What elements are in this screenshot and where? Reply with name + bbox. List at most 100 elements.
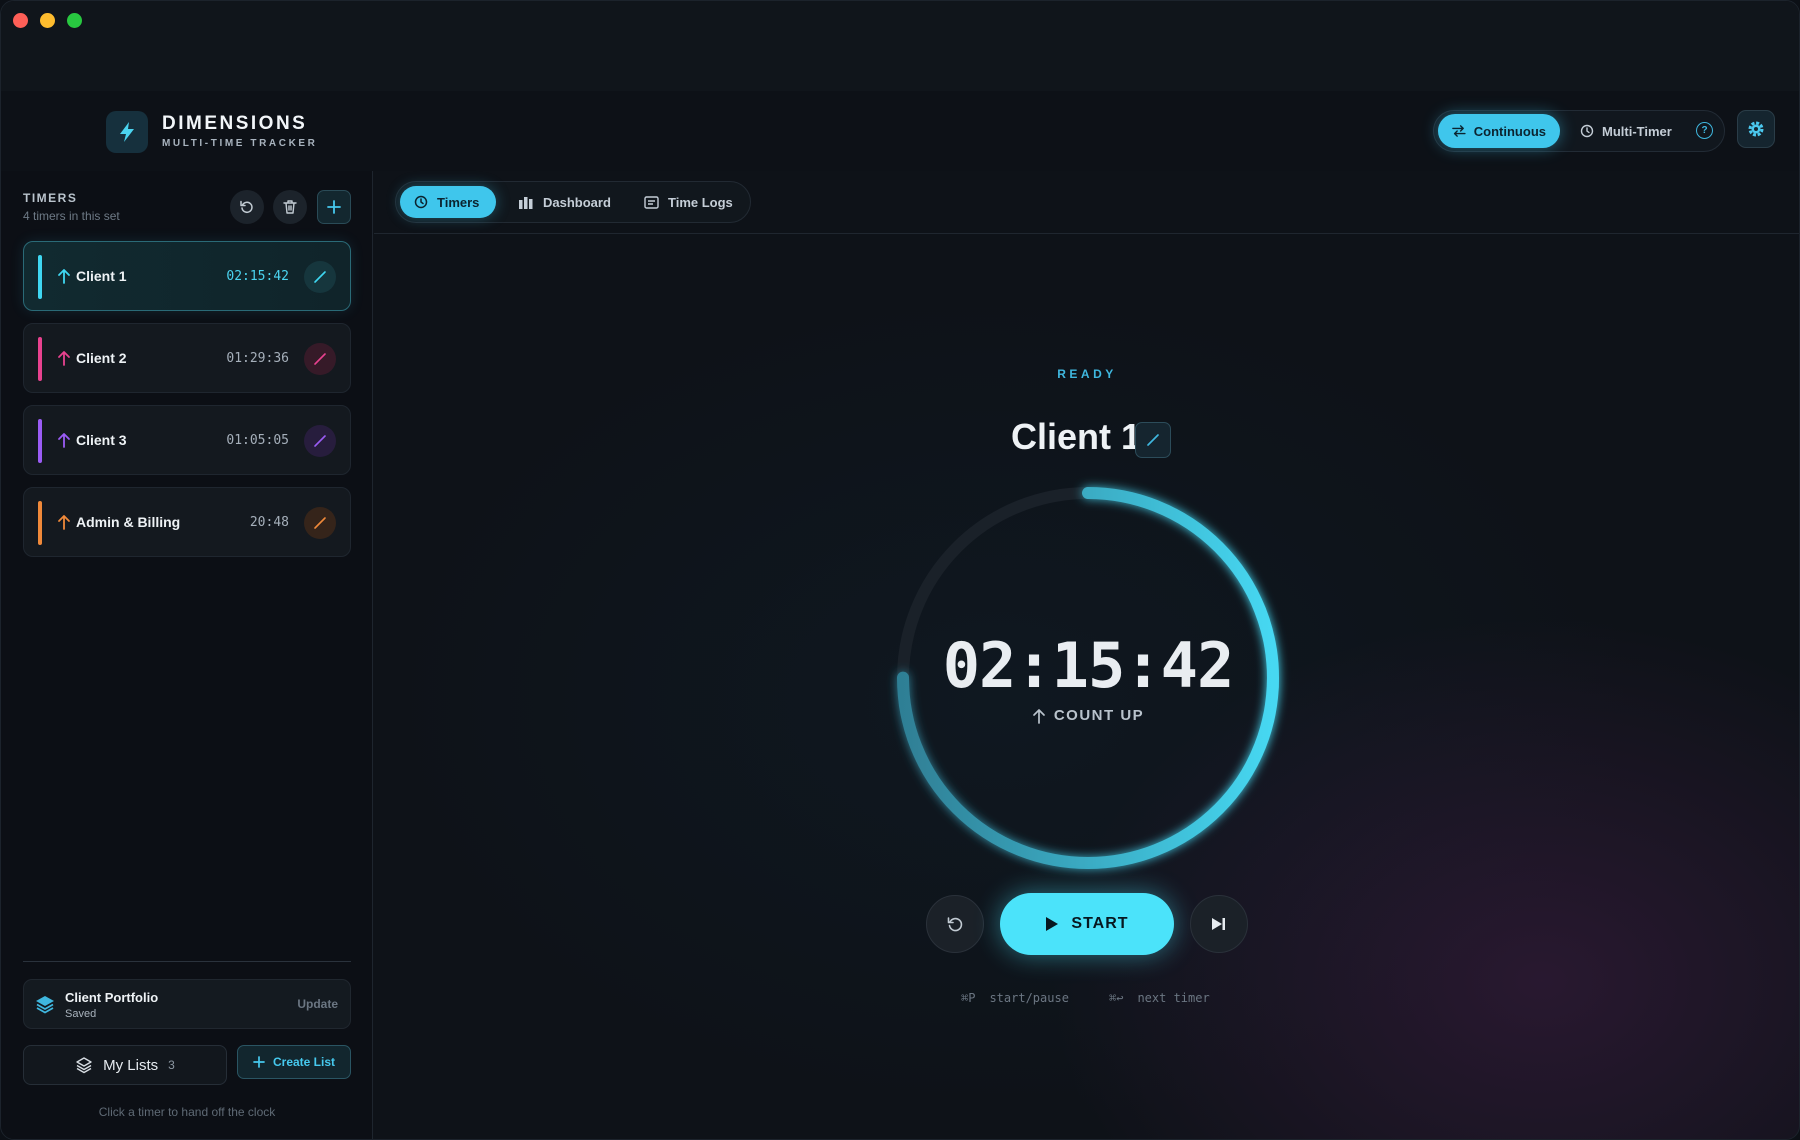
timer-name: Admin & Billing — [76, 514, 181, 530]
pencil-icon — [314, 353, 326, 365]
shortcut-start-pause: ⌘P start/pause — [961, 991, 1069, 1005]
sidebar: TIMERS 4 timers in this set Client 1 02:… — [1, 171, 373, 1139]
tab-timers[interactable]: Timers — [400, 186, 496, 218]
next-timer-button[interactable] — [1190, 895, 1248, 953]
shortcut-label: next timer — [1137, 991, 1210, 1005]
plus-icon — [253, 1056, 265, 1068]
tab-dashboard-label: Dashboard — [543, 194, 611, 210]
pencil-icon — [314, 435, 326, 447]
plus-icon — [327, 200, 341, 214]
portfolio-card[interactable]: Client Portfolio Saved Update — [23, 979, 351, 1029]
timer-name: Client 3 — [76, 432, 127, 448]
sidebar-divider — [23, 961, 351, 962]
tab-dashboard[interactable]: Dashboard — [504, 186, 625, 218]
portfolio-name: Client Portfolio — [65, 990, 159, 1005]
mode-multi-timer-label: Multi-Timer — [1602, 123, 1672, 139]
timer-card-admin-billing[interactable]: Admin & Billing 20:48 — [23, 487, 351, 557]
bolt-icon — [106, 111, 148, 153]
pencil-icon — [1147, 434, 1159, 446]
timer-time: 20:48 — [249, 515, 289, 530]
trash-icon — [283, 200, 297, 214]
my-lists-button[interactable]: My Lists 3 — [23, 1045, 227, 1085]
swap-arrows-icon — [1452, 125, 1466, 137]
skip-next-icon — [1212, 918, 1225, 930]
timer-name: Client 1 — [76, 268, 127, 284]
app-header: DIMENSIONS MULTI-TIME TRACKER Continuous… — [1, 91, 1799, 171]
timer-card-client-1[interactable]: Client 1 02:15:42 — [23, 241, 351, 311]
my-lists-label: My Lists — [103, 1056, 159, 1074]
sidebar-hint: Click a timer to hand off the clock — [98, 1105, 276, 1119]
minimize-window-button[interactable] — [40, 13, 55, 28]
start-label: START — [1071, 915, 1129, 932]
timer-icon — [414, 195, 428, 209]
shortcut-label: start/pause — [989, 991, 1069, 1005]
shortcut-next-timer: ⌘↩ next timer — [1109, 991, 1210, 1005]
add-timer-button[interactable] — [317, 190, 351, 224]
shortcut-keys: ⌘P — [961, 991, 976, 1005]
shortcut-keys: ⌘↩ — [1109, 991, 1124, 1005]
timer-time: 01:29:36 — [226, 351, 289, 366]
edit-timer-button[interactable] — [304, 261, 336, 293]
portfolio-status: Saved — [65, 1008, 97, 1020]
tab-time-logs[interactable]: Time Logs — [630, 186, 747, 218]
log-list-icon — [644, 195, 659, 209]
gear-icon — [1748, 121, 1764, 137]
tab-time-logs-label: Time Logs — [668, 194, 733, 210]
mode-continuous-label: Continuous — [1473, 123, 1546, 139]
app-window: DIMENSIONS MULTI-TIME TRACKER Continuous… — [0, 0, 1800, 1140]
timer-color-bar — [38, 255, 42, 299]
create-list-button[interactable]: Create List — [237, 1045, 351, 1079]
help-icon[interactable]: ? — [1696, 122, 1713, 139]
mode-multi-timer-button[interactable]: Multi-Timer — [1566, 114, 1686, 148]
layers-outline-icon — [76, 1057, 92, 1074]
my-lists-count: 3 — [168, 1058, 175, 1072]
delete-button[interactable] — [273, 190, 307, 224]
timer-time: 01:05:05 — [226, 433, 289, 448]
edit-timer-button[interactable] — [304, 507, 336, 539]
reset-all-button[interactable] — [230, 190, 264, 224]
timer-status: READY — [1057, 367, 1117, 381]
timer-color-bar — [38, 501, 42, 545]
arrow-up-icon — [58, 351, 70, 366]
sidebar-subtitle: 4 timers in this set — [23, 209, 120, 223]
tab-timers-label: Timers — [437, 194, 480, 210]
play-icon — [1046, 917, 1059, 931]
active-client-title: Client 1 — [1010, 416, 1141, 457]
pencil-icon — [314, 517, 326, 529]
create-list-label: Create List — [272, 1055, 336, 1069]
reset-icon — [947, 917, 963, 932]
count-mode-text: COUNT UP — [1053, 707, 1145, 724]
title-bar — [1, 1, 1799, 91]
edit-timer-button[interactable] — [304, 425, 336, 457]
main-divider — [374, 233, 1799, 234]
reset-timer-button[interactable] — [926, 895, 984, 953]
brand-subtitle: MULTI-TIME TRACKER — [162, 138, 318, 149]
update-portfolio-button[interactable]: Update — [297, 997, 338, 1011]
main-timer-display: 02:15:42 — [942, 629, 1235, 702]
close-window-button[interactable] — [13, 13, 28, 28]
pencil-icon — [314, 271, 326, 283]
timer-color-bar — [38, 419, 42, 463]
sidebar-title: TIMERS — [23, 191, 78, 205]
arrow-up-icon — [58, 269, 70, 284]
main-tabs: Timers Dashboard Time Logs — [395, 181, 751, 223]
start-button[interactable]: START — [1000, 893, 1174, 955]
timer-color-bar — [38, 337, 42, 381]
mode-switcher: Continuous Multi-Timer ? — [1433, 110, 1725, 152]
settings-button[interactable] — [1737, 110, 1775, 148]
reset-icon — [240, 200, 253, 214]
brand-title: DIMENSIONS — [162, 113, 308, 134]
bar-chart-icon — [519, 196, 533, 209]
edit-active-timer-button[interactable] — [1135, 422, 1171, 458]
count-mode-label: COUNT UP — [981, 707, 1195, 724]
layers-icon — [36, 996, 54, 1014]
timer-time: 02:15:42 — [226, 269, 289, 284]
edit-timer-button[interactable] — [304, 343, 336, 375]
arrow-up-icon — [58, 433, 70, 448]
timer-icon — [1580, 124, 1594, 138]
mode-continuous-button[interactable]: Continuous — [1438, 114, 1560, 148]
timer-card-client-3[interactable]: Client 3 01:05:05 — [23, 405, 351, 475]
timer-name: Client 2 — [76, 350, 127, 366]
timer-card-client-2[interactable]: Client 2 01:29:36 — [23, 323, 351, 393]
zoom-window-button[interactable] — [67, 13, 82, 28]
